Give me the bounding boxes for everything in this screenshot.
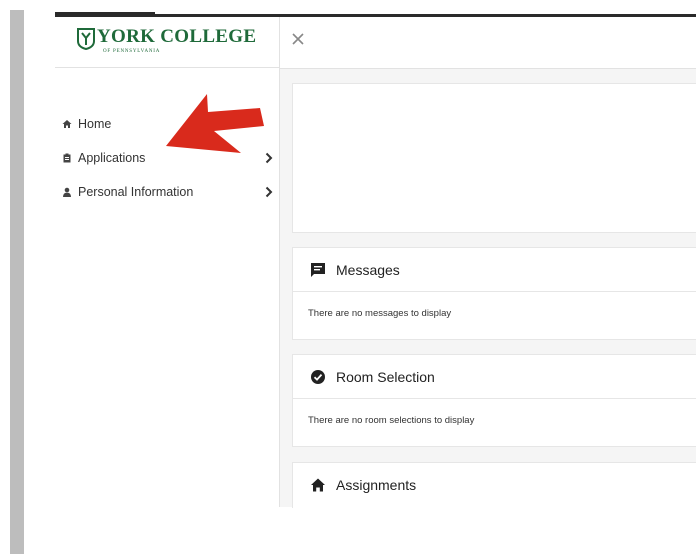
clipboard-icon [62,153,72,163]
messages-title: Messages [336,261,400,278]
logo-subtext: OF PENNSYLVANIA [103,49,161,54]
room-selection-header: Room Selection [293,355,696,399]
left-gutter [10,10,24,554]
messages-header: Messages [293,248,696,292]
main-content: Messages There are no messages to displa… [280,17,696,508]
main-header [280,17,696,69]
check-circle-icon [311,369,325,384]
sidebar-item-label: Applications [78,151,146,165]
chevron-right-icon [265,186,273,198]
message-icon [311,262,325,277]
assignments-title: Assignments [336,476,417,493]
welcome-card [292,83,696,233]
sidebar-item-label: Personal Information [78,185,194,199]
home-icon [62,119,72,129]
sidebar-item-personal-information[interactable]: Personal Information [55,175,279,209]
room-selection-card: Room Selection There are no room selecti… [292,354,696,447]
logo-text: YORK COLLEGE [97,26,257,47]
logo[interactable]: YORK COLLEGE OF PENNSYLVANIA [55,17,279,68]
assignments-card: Assignments [292,462,696,508]
user-icon [62,187,72,197]
home-icon [311,478,325,491]
messages-empty-text: There are no messages to display [308,308,452,319]
assignments-header: Assignments [293,463,696,506]
room-selection-empty-text: There are no room selections to display [308,415,475,426]
shield-logo-icon [77,28,95,50]
messages-card: Messages There are no messages to displa… [292,247,696,340]
room-selection-title: Room Selection [336,368,435,385]
close-icon[interactable] [291,32,305,46]
sidebar-item-label: Home [78,117,112,131]
red-arrow-annotation [166,94,264,153]
